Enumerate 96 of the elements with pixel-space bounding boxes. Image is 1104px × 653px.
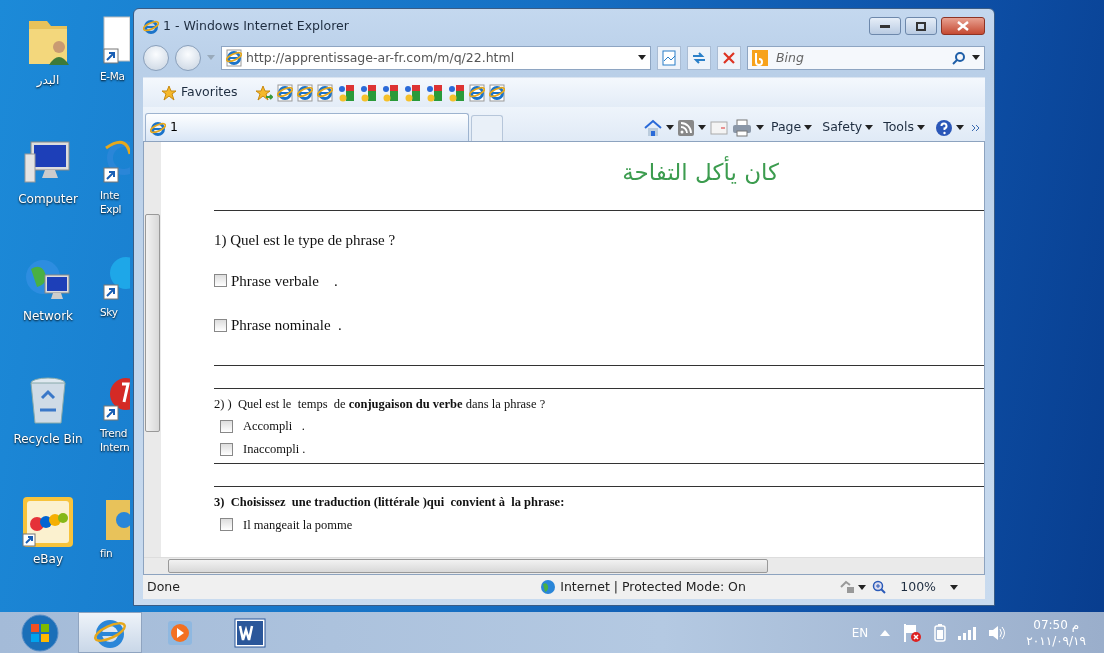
dropdown-caret-icon (917, 125, 925, 131)
command-menu[interactable]: Tools (880, 118, 928, 137)
desktop-icon-label[interactable]: E-Ma (100, 69, 131, 83)
checkbox[interactable] (220, 442, 233, 456)
dropdown-caret-icon (950, 584, 958, 590)
dropdown-caret-icon[interactable] (697, 125, 706, 131)
stop-button[interactable] (717, 46, 741, 70)
checkbox[interactable] (220, 518, 233, 532)
command-menu[interactable]: Safety (819, 118, 877, 137)
maximize-button[interactable] (905, 17, 937, 35)
option-label: Phrase verbale . (231, 271, 338, 291)
back-button[interactable] (143, 45, 169, 71)
clock-time[interactable]: 07:50 م (1026, 616, 1086, 633)
question-text: 2) ) Quel est le temps de conjugaison du verbe dans la phrase ? (214, 395, 547, 413)
checkbox[interactable] (214, 274, 227, 288)
page-link-icon[interactable] (469, 83, 486, 102)
search-provider-icon (752, 50, 768, 66)
favorites-button[interactable]: Favorites (155, 81, 244, 104)
desktop-icon-label[interactable]: eBay (32, 552, 64, 567)
ie-logo-icon (150, 119, 166, 136)
restore-icon[interactable] (916, 21, 926, 31)
question-text: 1) Quel est le type de phrase ? (214, 231, 397, 250)
dropdown-caret-icon (804, 125, 813, 131)
help-icon (935, 118, 953, 137)
desktop-icon-label[interactable]: Sky (100, 305, 131, 319)
dropdown-caret-icon (956, 125, 964, 131)
zoom-icon (872, 580, 887, 594)
dropdown-caret-icon (858, 584, 867, 590)
star-icon (161, 84, 177, 101)
chevron-more-icon[interactable] (971, 123, 981, 132)
scroll-thumb[interactable] (168, 559, 768, 573)
search-field[interactable]: Bing (774, 47, 946, 69)
dropdown-caret-icon[interactable] (665, 125, 674, 131)
page-link-icon[interactable] (489, 83, 506, 102)
round-app-shortcut-icon (100, 376, 130, 422)
page-link-icon[interactable] (277, 83, 294, 102)
zoom-button[interactable]: 100% (869, 577, 961, 597)
vertical-scrollbar[interactable] (144, 142, 161, 557)
word-document-icon[interactable] (234, 617, 266, 648)
colored-blocks-icon[interactable] (359, 83, 378, 102)
lock-icon (839, 579, 856, 595)
colored-blocks-icon[interactable] (403, 83, 422, 102)
browser-shortcut-icon (100, 138, 130, 184)
option-label: Il mangeait la pomme (243, 516, 353, 534)
shopping-tile-icon (22, 496, 74, 548)
clock-date[interactable]: ٢٠١١/٠٩/١٩ (1026, 632, 1086, 649)
speaker-icon[interactable] (988, 624, 1007, 641)
dropdown-caret-icon[interactable] (755, 125, 764, 131)
question-text: 3) Choisissez une traduction (littérale )qui convient à la phrase: (214, 493, 566, 511)
page-icon (226, 49, 242, 67)
option-label: Inaccompli . (243, 441, 306, 458)
document-shortcut-icon (100, 15, 130, 65)
forward-button[interactable] (175, 45, 201, 71)
checkbox[interactable] (214, 318, 227, 332)
taskbar-button[interactable] (78, 612, 142, 653)
colored-blocks-icon[interactable] (425, 83, 444, 102)
globe-icon (540, 579, 557, 595)
windows-orb-icon[interactable] (21, 613, 59, 652)
status-text: Done (146, 577, 180, 596)
command-menu[interactable]: Page (767, 118, 816, 137)
desktop-icon-label[interactable]: Trend Intern (100, 426, 131, 454)
page-heading: كان يأكل التفاحة (214, 156, 984, 188)
close-icon[interactable] (723, 52, 735, 64)
colored-blocks-icon[interactable] (447, 83, 466, 102)
flag-with-error-icon[interactable] (902, 622, 923, 643)
checkbox[interactable] (220, 420, 233, 434)
search-box[interactable]: Bing (747, 46, 985, 70)
address-field[interactable]: http://apprentissage-ar-fr.com/m/q/22.html (221, 46, 651, 70)
security-zone-text: Internet | Protected Mode: On (560, 577, 746, 596)
desktop-icon-label[interactable]: Inte Expl (100, 188, 131, 216)
page-link-icon[interactable] (297, 83, 314, 102)
ie-logo-icon (143, 18, 159, 34)
option-label: Phrase nominale . (231, 316, 342, 335)
star-with-arrow-icon[interactable] (255, 84, 274, 101)
home-icon[interactable] (643, 118, 662, 137)
desktop-icon-label[interactable]: Computer (18, 192, 78, 207)
search-icon[interactable] (952, 51, 966, 65)
dropdown-caret-icon (865, 125, 874, 131)
window-title: 1 - Windows Internet Explorer (163, 16, 349, 35)
horizontal-scrollbar[interactable] (144, 557, 984, 574)
browser-tab[interactable]: 1 (145, 113, 469, 141)
desktop-icon-label[interactable]: fin (100, 546, 131, 560)
minimize-icon[interactable] (880, 23, 890, 29)
page-link-icon[interactable] (317, 83, 334, 102)
desktop-icon-label[interactable]: Recycle Bin (13, 432, 83, 447)
minimize-button[interactable] (869, 17, 901, 35)
desktop-icon-label[interactable]: البدر (36, 73, 60, 88)
close-button[interactable] (941, 17, 985, 35)
colored-blocks-icon[interactable] (337, 83, 356, 102)
scroll-thumb[interactable] (145, 214, 160, 432)
printer-icon[interactable] (731, 118, 752, 137)
dropdown-caret-icon[interactable] (972, 55, 980, 61)
option-label: Accompli . (243, 418, 305, 436)
colored-blocks-icon[interactable] (381, 83, 400, 102)
desktop-icon-label[interactable]: Network (22, 309, 74, 324)
dropdown-caret-icon[interactable] (638, 55, 646, 61)
